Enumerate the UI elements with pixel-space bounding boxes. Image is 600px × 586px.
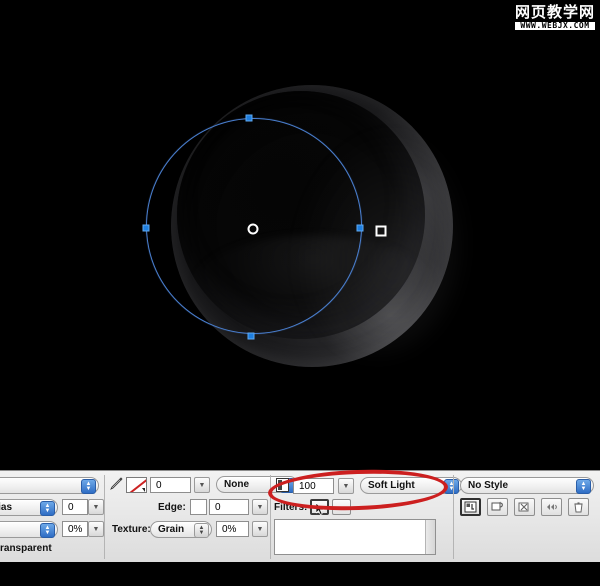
gradient-handle-east[interactable] [357,225,364,232]
stroke-edge-label: Edge: [158,502,186,513]
stroke-width-stepper[interactable]: ▼ [194,477,210,493]
gradient-center-handle[interactable] [248,224,259,235]
chevron-updown-icon: ▲▼ [576,479,591,494]
stroke-edge-value-field[interactable]: 0 [209,499,249,515]
fill-edge-amount-stepper[interactable]: ▼ [88,499,104,515]
fill-texture-amount-value: 0% [68,524,82,535]
stroke-width-field[interactable]: 0 [150,477,191,493]
fill-edge-popup[interactable]: i-Alias ▲▼ [0,499,58,516]
stroke-width-value: 0 [156,480,162,491]
new-style-icon [464,501,477,513]
watermark-url: WWW.WEBJX.COM [515,22,595,30]
fill-column: ial ▲▼ i-Alias ▲▼ 0 ▼ in ▲▼ 0% ▼ ranspar… [0,471,104,563]
blend-mode-popup[interactable]: Soft Light ▲▼ [360,477,462,494]
column-divider [104,475,105,559]
swatch-dropdown-arrow-icon [142,488,145,492]
stroke-style-label: None [224,479,249,490]
blend-mode-label: Soft Light [368,480,415,491]
image-canvas[interactable]: 网页教学网 WWW.WEBJX.COM [0,0,600,470]
stroke-edge-value: 0 [215,502,221,513]
stroke-texture-label: Texture: [112,524,151,535]
fill-edge-amount-value: 0 [68,502,74,513]
fill-texture-popup[interactable]: in ▲▼ [0,521,58,538]
chevron-updown-icon: ▲▼ [40,501,55,516]
filters-list-scrollbar[interactable] [425,520,435,554]
column-divider [270,475,271,559]
bottom-black-bar [0,562,600,586]
stroke-texture-amount-field[interactable]: 0% [216,521,249,537]
gradient-square-handle[interactable] [376,226,387,237]
clear-style-button[interactable] [541,498,562,516]
stroke-column: 0 ▼ None ▲▼ Edge: 0 ▼ Texture: Grain ▲▼ … [106,471,266,563]
properties-panel: ial ▲▼ i-Alias ▲▼ 0 ▼ in ▲▼ 0% ▼ ranspar… [0,470,600,563]
gradient-handle-west[interactable] [143,225,150,232]
style-column: No Style ▲▼ [455,471,600,563]
fill-edge-amount-field[interactable]: 0 [62,499,88,515]
watermark: 网页教学网 WWW.WEBJX.COM [515,5,595,30]
fill-edge-label: i-Alias [0,502,12,513]
redefine-style-button[interactable] [487,498,508,516]
filters-label: Filters: [274,502,307,513]
chevron-updown-icon: ▲▼ [194,523,209,538]
stroke-texture-popup[interactable]: Grain ▲▼ [150,521,212,538]
blend-mode-icon[interactable] [276,478,289,492]
filters-list[interactable] [274,519,436,555]
break-link-button[interactable] [514,498,535,516]
style-popup[interactable]: No Style ▲▼ [460,477,594,494]
stroke-texture-amount-stepper[interactable]: ▼ [252,521,268,537]
fill-texture-amount-field[interactable]: 0% [62,521,88,537]
cursor-arrow-icon [316,503,327,516]
fill-texture-amount-stepper[interactable]: ▼ [88,521,104,537]
break-link-icon [518,501,531,513]
chevron-updown-icon: ▲▼ [40,523,55,538]
chevron-updown-icon: ▲▼ [81,479,96,494]
stroke-edge-swatch[interactable] [190,499,207,515]
pencil-icon[interactable] [110,477,123,490]
fill-type-popup[interactable]: ial ▲▼ [0,477,99,494]
stroke-color-swatch[interactable] [126,477,147,493]
column-divider [453,475,454,559]
remove-filter-button[interactable] [332,499,351,515]
gradient-handle-south[interactable] [248,333,255,340]
opacity-value: 100 [299,481,316,492]
stroke-texture-amount-value: 0% [222,524,236,535]
stroke-texture-value: Grain [158,524,184,535]
stroke-edge-stepper[interactable]: ▼ [252,499,268,515]
delete-style-button[interactable] [568,498,589,516]
gradient-handle-north[interactable] [246,115,253,122]
watermark-site-name: 网页教学网 [515,5,595,20]
transparent-label: ransparent [0,543,52,554]
trash-icon [572,501,585,513]
opacity-stepper[interactable]: ▼ [338,478,354,494]
new-style-button[interactable] [460,498,481,516]
clear-style-icon [545,501,558,513]
opacity-field[interactable]: 100 [293,478,334,494]
add-filter-button[interactable] [310,499,329,515]
effects-column: 100 ▼ Soft Light ▲▼ Filters: [272,471,450,563]
redefine-style-icon [491,501,504,513]
style-label: No Style [468,480,508,491]
